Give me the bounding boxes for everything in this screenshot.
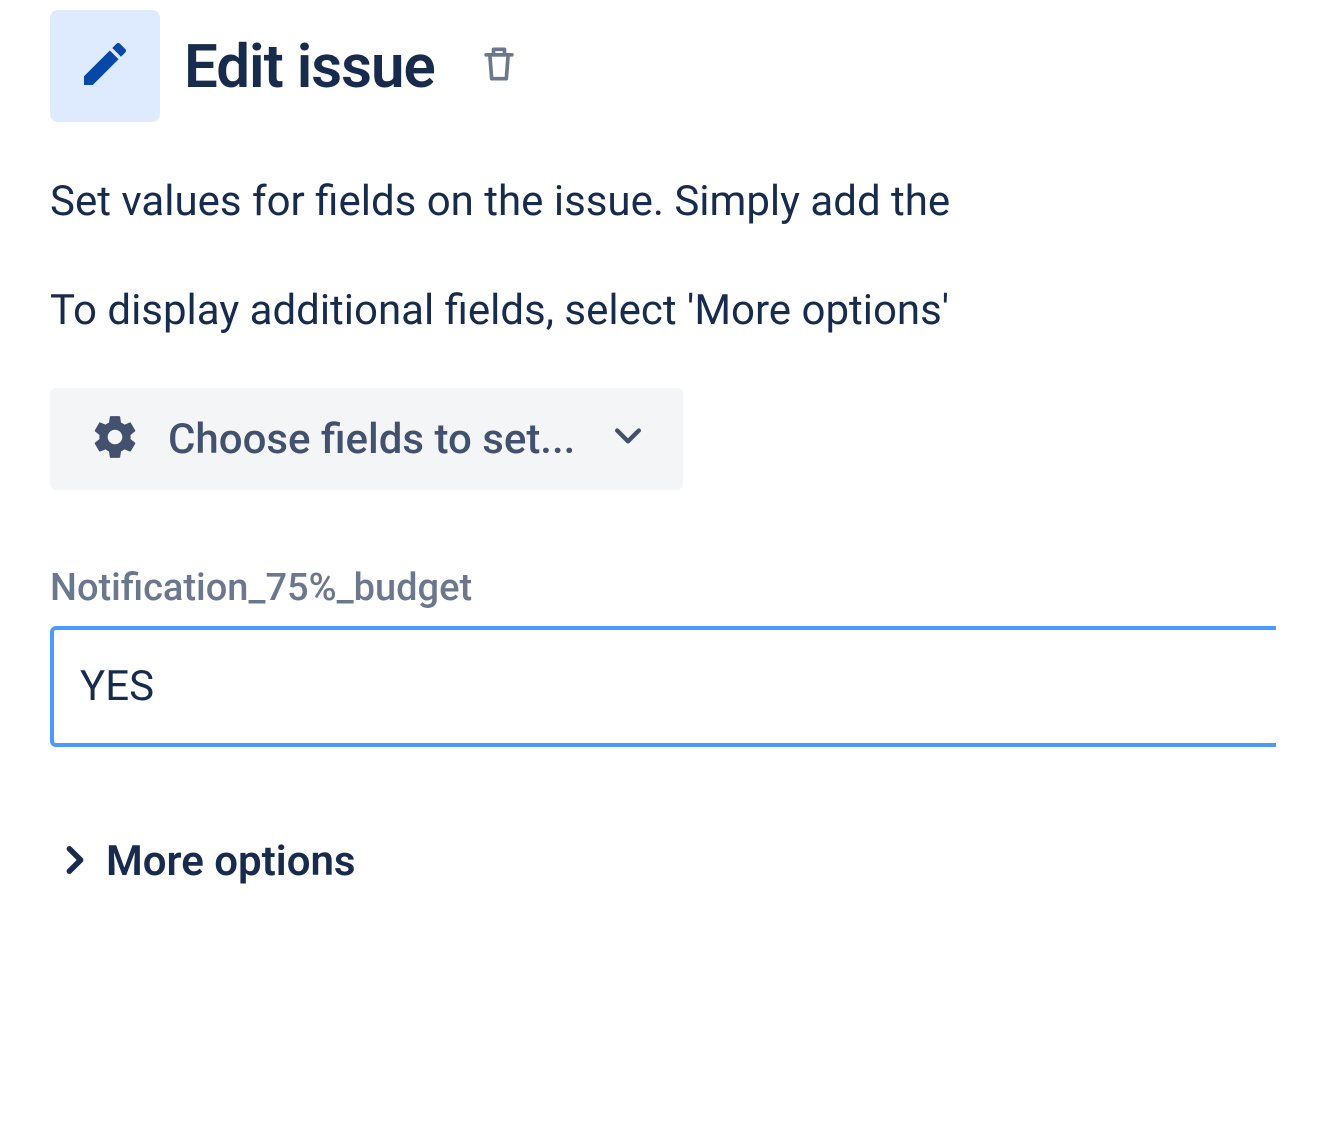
choose-fields-dropdown[interactable]: Choose fields to set... <box>50 388 683 490</box>
page-title: Edit issue <box>184 31 435 102</box>
trash-icon <box>477 42 521 90</box>
description-block: Set values for fields on the issue. Simp… <box>50 170 1276 342</box>
description-line-2: To display additional fields, select 'Mo… <box>50 279 1276 342</box>
choose-fields-label: Choose fields to set... <box>168 415 575 464</box>
gear-icon <box>90 412 140 466</box>
field-label: Notification_75%_budget <box>50 566 1276 610</box>
more-options-label: More options <box>106 837 356 886</box>
description-line-1: Set values for fields on the issue. Simp… <box>50 170 1276 233</box>
header-row: Edit issue <box>50 10 1276 122</box>
chevron-right-icon <box>66 846 84 878</box>
pencil-icon <box>77 36 133 96</box>
notification-budget-input[interactable] <box>50 626 1276 747</box>
delete-button[interactable] <box>469 36 529 96</box>
chevron-down-icon <box>603 427 641 451</box>
more-options-toggle[interactable]: More options <box>50 837 356 886</box>
edit-icon-box <box>50 10 160 122</box>
field-group: Notification_75%_budget <box>50 566 1276 837</box>
